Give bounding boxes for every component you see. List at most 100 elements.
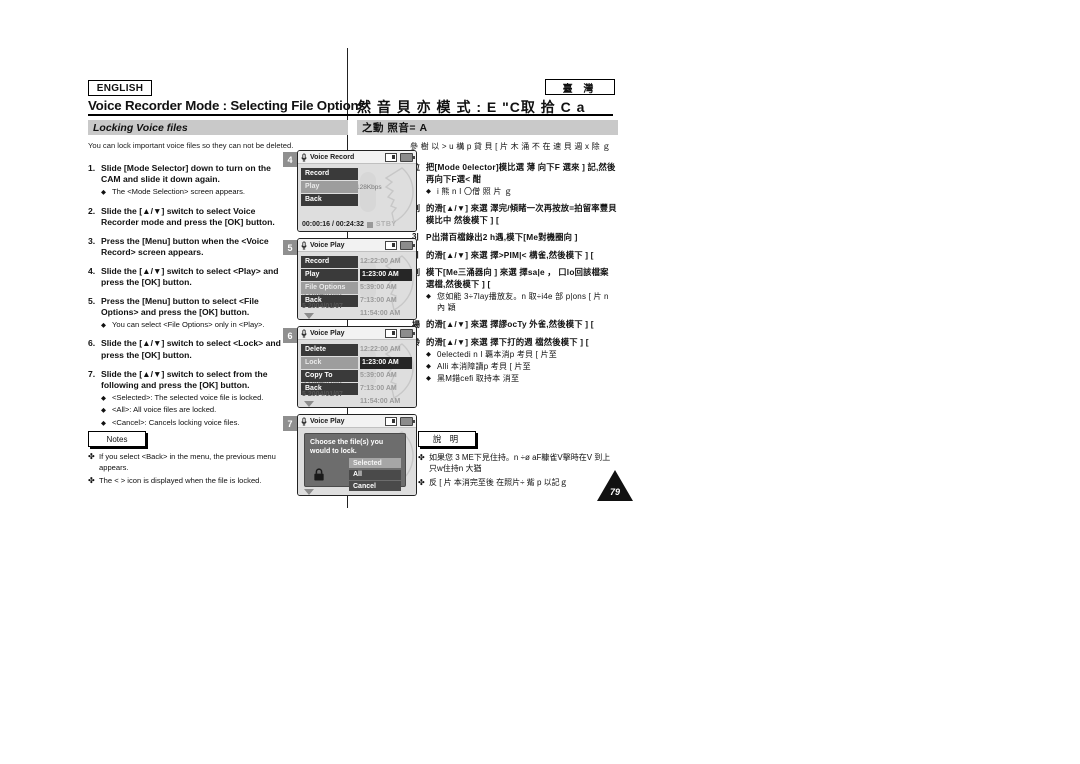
step-sub-item-zh: ◆ 黑M錯ceﬁ 取持本 消至: [426, 373, 589, 384]
menu-item-copy-to[interactable]: Copy To: [301, 370, 358, 382]
header-rule: [88, 114, 613, 116]
scroll-down-icon[interactable]: [304, 489, 314, 495]
step-item: 3. Press the [Menu] button when the <Voic…: [88, 236, 288, 259]
lcd-screen: Voice Play Record Play File Options Back 12:2…: [297, 238, 417, 320]
lock-confirm-dialog: Choose the file(s) you would to lock. Sel…: [304, 433, 406, 491]
step-item: 5. Press the [Menu] button to select <Fil…: [88, 296, 288, 331]
menu-item-play[interactable]: Play: [301, 269, 358, 281]
battery-icon: [400, 416, 415, 426]
language-badge: ENGLISH: [88, 80, 152, 96]
step-body-zh: 的滑[▲/▼] 來選 澤完/傾睹一次再按放=拍留率豐貝模比中 然後模下 ] [: [426, 203, 617, 226]
file-date-row: 5 2004/01/07: [302, 391, 343, 398]
step-sub-text: You can select <File Options> only in <P…: [112, 319, 265, 329]
step-number: 4.: [88, 265, 96, 276]
step-body: Press the [Menu] button to select <File …: [101, 296, 288, 331]
scroll-down-icon[interactable]: [304, 401, 314, 407]
note-text: The < > icon is displayed when the file …: [99, 476, 262, 485]
diamond-bullet-icon: ◆: [426, 351, 432, 358]
step-number: 1.: [88, 163, 96, 173]
battery-icon: [400, 328, 415, 338]
file-time-item[interactable]: 1:23:00 AM: [360, 357, 412, 369]
menu-item-delete[interactable]: Delete: [301, 344, 358, 356]
lcd-menu: Delete Lock Copy To Back: [301, 344, 358, 396]
step-sub-text-zh: i 熊 n I 〇僧 照 片 ｇ: [437, 187, 513, 196]
step-text-zh: 的滑[▲/▼] 來選 擇謬ocTy 外雀,然後模下 ] [: [426, 319, 594, 329]
recording-mode: STBY: [375, 221, 397, 228]
screen-illustrations: 4 Voice Record 128Kbps Record Play Back 00:00:…: [283, 150, 417, 502]
step-sub-text: <Selected>: The selected voice file is l…: [112, 392, 264, 402]
clover-bullet-icon: ✤: [88, 476, 95, 485]
file-time-item[interactable]: 5:39:00 AM: [360, 282, 412, 294]
memory-card-icon: [385, 416, 397, 426]
lcd-title: Voice Play: [310, 241, 345, 249]
menu-item-play[interactable]: Play: [301, 181, 358, 193]
diamond-bullet-icon: ◆: [101, 189, 106, 197]
step-body-zh: 把[Mode 0elector]模比選 薄 向下F 選來 ] 記,然後再向下F選…: [426, 162, 617, 197]
note-text-zh: 反 [ 片 本消完至後 在照片÷ 觜 p 以記ｇ: [429, 478, 568, 487]
lcd-title: Voice Play: [310, 417, 345, 425]
step-text-zh: 模下[Me三涌器向 ] 來選 擇sa|e ， 口lo回該檔案選檔,然後模下 ] …: [426, 267, 609, 289]
note-item: ✤ The < > icon is displayed when the file…: [88, 476, 306, 487]
menu-item-lock[interactable]: Lock: [301, 357, 358, 369]
lcd-body: Choose the file(s) you would to lock. Sel…: [298, 428, 416, 495]
step-item-zh: 剦模下[Me三涌器向 ] 來選 擇sa|e ， 口lo回該檔案選檔,然後模下 ]…: [412, 267, 617, 313]
step-sub-item: ◆ <All>: All voice files are locked.: [101, 405, 288, 416]
lcd-screen: Voice Play Choose the file(s) you would t…: [297, 414, 417, 496]
diamond-bullet-icon: ◆: [101, 419, 106, 427]
step-text: Slide the [▲/▼] switch to select <Play> …: [101, 265, 279, 288]
dialog-option-cancel[interactable]: Cancel: [349, 481, 401, 491]
file-time-list: 12:22:00 AM 1:23:00 AM 5:39:00 AM 7:13:00 A…: [360, 256, 412, 319]
step-sub-text-zh: Alli 本消障讀p 考貝 [ 片至: [437, 362, 531, 371]
step-body: Press the [Menu] button when the <Voice …: [101, 236, 288, 259]
head-silhouette-icon: [360, 167, 414, 224]
file-time-item[interactable]: 1:23:00 AM: [360, 269, 412, 281]
file-time-item[interactable]: 7:13:00 AM: [360, 295, 412, 307]
step-sub-item-zh: ◆ 0electedi n I 覊本消p 考貝 [ 片至: [426, 349, 589, 360]
clover-bullet-icon: ✤: [88, 452, 95, 461]
menu-item-file-options[interactable]: File Options: [301, 282, 358, 294]
microphone-icon: [301, 152, 307, 162]
diamond-bullet-icon: ◆: [101, 394, 106, 402]
step-body: Slide the [▲/▼] switch to select from th…: [101, 369, 288, 429]
menu-item-record[interactable]: Record: [301, 168, 358, 180]
intro-text-en: You can lock important voice files so th…: [88, 141, 294, 150]
dialog-option-selected[interactable]: Selected: [349, 458, 401, 468]
battery-icon: [400, 240, 415, 250]
file-time-item[interactable]: 11:54:00 AM: [360, 396, 412, 407]
memory-card-icon: [385, 152, 397, 162]
step-body-zh: 的滑[▲/▼] 來選 擇謬ocTy 外雀,然後模下 ] [: [426, 319, 594, 331]
menu-item-record[interactable]: Record: [301, 256, 358, 268]
diamond-bullet-icon: ◆: [426, 293, 432, 300]
dialog-options: Selected All Cancel: [349, 458, 401, 493]
file-time-item[interactable]: 12:22:00 AM: [360, 344, 412, 356]
file-time-item[interactable]: 5:39:00 AM: [360, 370, 412, 382]
step-item-zh: 4|的滑[▲/▼] 來選 擇>PIM|< 構雀,然後模下 ] [: [412, 250, 617, 262]
diamond-bullet-icon: ◆: [101, 407, 106, 415]
step-sub-text-zh: 您如能 3÷7lay播放友。n 取÷i4e 部 p|ons [ 片 n 內 穎: [437, 292, 609, 312]
step-text-zh: 的滑[▲/▼] 來選 擇下打的週 檔然後模下 ] [: [426, 336, 589, 347]
intro-text-zh: 參 樹 以 > u 構 p 貸 貝 [ 片 木 涌 不 在 速 貝 週 x 除 …: [410, 142, 611, 151]
memory-card-icon: [385, 328, 397, 338]
lcd-title: Voice Play: [310, 329, 345, 337]
manual-page: ENGLISH 臺 灣 Voice Recorder Mode : Select…: [0, 0, 1080, 764]
battery-icon: [400, 152, 415, 162]
microphone-icon: [301, 328, 307, 338]
menu-item-back[interactable]: Back: [301, 194, 358, 206]
lcd-title: Voice Record: [310, 153, 355, 161]
step-item-zh: 位把[Mode 0elector]模比選 薄 向下F 選來 ] 記,然後再向下F…: [412, 162, 617, 197]
steps-list-zh: 位把[Mode 0elector]模比選 薄 向下F 選來 ] 記,然後再向下F…: [412, 162, 617, 390]
lcd-titlebar: Voice Play: [298, 239, 416, 252]
file-time-item[interactable]: 7:13:00 AM: [360, 383, 412, 395]
note-item-zh: ✤ 反 [ 片 本消完至後 在照片÷ 觜 p 以記ｇ: [418, 477, 618, 488]
step-item: 6. Slide the [▲/▼] switch to select <Lock…: [88, 338, 288, 361]
screen-illustration: 7 Voice Play Choose the file(s) you would …: [283, 414, 417, 498]
step-badge: 6: [283, 328, 297, 343]
lcd-statusbar: 00:00:16 / 00:24:32 STBY: [298, 218, 416, 231]
file-time-item[interactable]: 11:54:00 AM: [360, 308, 412, 319]
step-text: Slide the [▲/▼] switch to select from th…: [101, 368, 268, 390]
scroll-down-icon[interactable]: [304, 313, 314, 319]
stop-indicator-icon: [366, 221, 373, 228]
screen-illustration: 4 Voice Record 128Kbps Record Play Back 00:00:…: [283, 150, 417, 234]
file-time-item[interactable]: 12:22:00 AM: [360, 256, 412, 268]
dialog-option-all[interactable]: All: [349, 469, 401, 480]
